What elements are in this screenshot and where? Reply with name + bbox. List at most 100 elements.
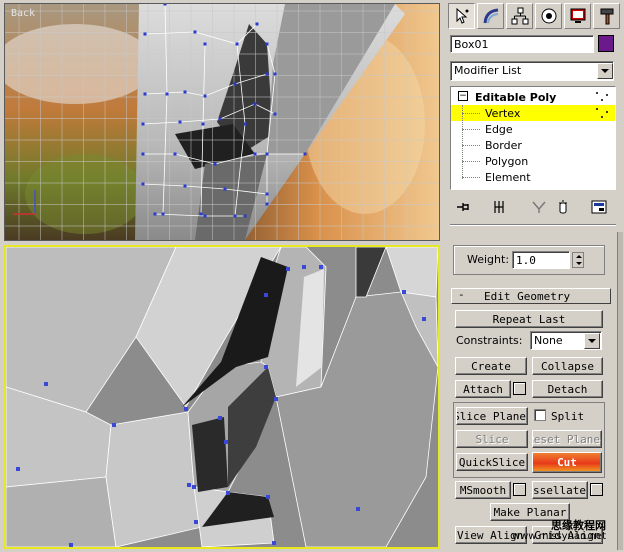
stack-item-vertex[interactable]: Vertex: [451, 105, 615, 121]
vertex-point: [265, 202, 269, 206]
mesh-face: [6, 476, 117, 547]
object-name-field[interactable]: Box01: [450, 35, 594, 53]
perspective-viewport-canvas[interactable]: [6, 247, 438, 547]
stack-item-element[interactable]: Element: [451, 169, 615, 185]
vertex-point: [69, 543, 73, 547]
vertex-point: [253, 102, 257, 106]
modify-arc-icon: [483, 8, 498, 24]
make-unique-icon[interactable]: [530, 198, 548, 216]
vertex-point: [203, 42, 207, 46]
sparkle-icon: [596, 108, 608, 118]
remove-modifier-icon[interactable]: [554, 198, 572, 216]
detach-button[interactable]: Detach: [532, 380, 603, 398]
object-color-swatch[interactable]: [598, 35, 614, 52]
vertex-point: [141, 122, 145, 126]
vertex-point: [302, 265, 306, 269]
vertex-point: [265, 72, 269, 76]
motion-icon: [541, 8, 556, 24]
vertex-point: [265, 42, 269, 46]
msmooth-button[interactable]: MSmooth: [455, 481, 511, 499]
back-viewport[interactable]: Back: [4, 3, 440, 241]
motion-tab[interactable]: [535, 3, 562, 29]
constraints-label: Constraints:: [456, 334, 523, 347]
viewport-label[interactable]: Back: [11, 8, 35, 19]
attach-settings-button[interactable]: [513, 382, 526, 395]
vertex-point: [226, 491, 230, 495]
modifier-list-dropdown[interactable]: Modifier List: [450, 61, 614, 81]
vertex-point: [187, 483, 191, 487]
stack-item-label: Vertex: [485, 106, 521, 120]
vertex-point: [319, 265, 323, 269]
vertex-point: [233, 82, 237, 86]
vertex-point: [274, 397, 278, 401]
vertex-point: [224, 440, 228, 444]
hierarchy-icon: [511, 7, 528, 25]
tessellate-settings-button[interactable]: [590, 483, 603, 496]
split-label: Split: [551, 410, 585, 423]
collapse-button[interactable]: Collapse: [532, 357, 603, 375]
vertex-point: [165, 92, 169, 96]
tessellate-button[interactable]: Tessellate: [532, 481, 588, 499]
vertex-point: [163, 4, 167, 6]
vertex-point: [173, 152, 177, 156]
vertex-point: [141, 182, 145, 186]
perspective-viewport[interactable]: [4, 245, 440, 549]
sparkle-icon: [596, 92, 608, 101]
mesh-face: [105, 411, 203, 547]
vertex-point: [265, 152, 269, 156]
panel-scrollbar[interactable]: [617, 232, 623, 550]
vertex-point: [402, 290, 406, 294]
slice-button[interactable]: Slice: [456, 430, 528, 448]
chevron-down-icon[interactable]: [597, 63, 613, 79]
cut-button[interactable]: Cut: [532, 452, 602, 473]
display-tab[interactable]: [564, 3, 591, 29]
stack-item-edge[interactable]: Edge: [451, 121, 615, 137]
reset-plane-button[interactable]: Reset Plane: [532, 430, 602, 448]
vertex-point: [194, 520, 198, 524]
pin-stack-icon[interactable]: [454, 198, 472, 216]
slice-plane-button[interactable]: Slice Plane: [456, 407, 528, 425]
vertex-point: [264, 293, 268, 297]
vertex-point: [233, 214, 237, 218]
vertex-point: [143, 92, 147, 96]
vertex-point: [286, 267, 290, 271]
split-checkbox[interactable]: [534, 409, 546, 421]
back-viewport-canvas[interactable]: [5, 4, 439, 240]
vertex-point: [201, 122, 205, 126]
stack-item-label: Edge: [485, 122, 513, 136]
stack-item-border[interactable]: Border: [451, 137, 615, 153]
vertex-point: [243, 122, 247, 126]
utilities-tab[interactable]: [593, 3, 620, 29]
vertex-point: [422, 317, 426, 321]
watermark-cn: 思缘教程网: [551, 519, 606, 532]
repeat-last-button[interactable]: Repeat Last: [455, 310, 603, 328]
collapse-icon: -: [458, 288, 465, 301]
show-end-result-icon[interactable]: [490, 198, 508, 216]
msmooth-settings-button[interactable]: [513, 483, 526, 496]
edit-geometry-rollout-header[interactable]: - Edit Geometry: [451, 288, 611, 304]
create-button[interactable]: Create: [455, 357, 527, 375]
vertex-point: [255, 22, 259, 26]
quickslice-button[interactable]: QuickSlice: [456, 453, 528, 471]
stack-root[interactable]: − Editable Poly: [451, 89, 615, 105]
stack-item-label: Border: [485, 138, 522, 152]
stack-toolbar: [452, 198, 616, 218]
hierarchy-tab[interactable]: [506, 3, 533, 29]
attach-button[interactable]: Attach: [455, 380, 511, 398]
configure-modifier-sets-icon[interactable]: [590, 198, 608, 216]
create-tab[interactable]: [448, 3, 475, 29]
weight-input[interactable]: 1.0: [512, 251, 570, 269]
stack-item-polygon[interactable]: Polygon: [451, 153, 615, 169]
vertex-point: [253, 152, 257, 156]
vertex-point: [161, 212, 165, 216]
modify-tab[interactable]: [477, 3, 504, 29]
constraints-value: None: [534, 334, 563, 347]
cursor-star-icon: [456, 7, 468, 24]
vertex-point: [44, 382, 48, 386]
collapse-icon[interactable]: −: [458, 91, 468, 101]
chevron-down-icon[interactable]: [584, 333, 600, 349]
weight-spinner[interactable]: [572, 252, 584, 268]
watermark-url: www.missyuan.net: [511, 531, 606, 542]
stack-item-label: Polygon: [485, 154, 529, 168]
modifier-stack: − Editable Poly Vertex Edge Border Polyg…: [450, 86, 616, 190]
